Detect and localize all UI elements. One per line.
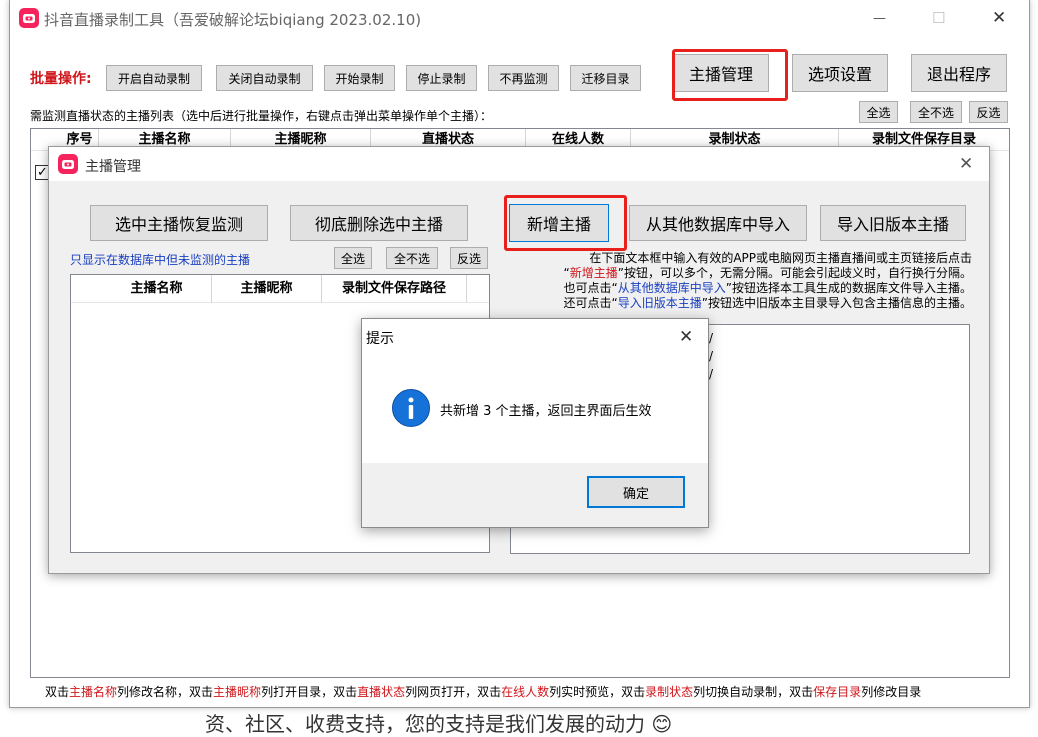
instruction-text: 从其他数据库中导入 <box>617 281 726 295</box>
footer-seg: 主播名称 <box>69 685 118 699</box>
footer-hint: 双击主播名称列修改名称，双击主播昵称列打开目录，双击直播状态列网页打开，双击在线… <box>45 683 921 700</box>
footer-seg: 列修改名称，双击 <box>117 685 214 699</box>
footer-seg: 列网页打开，双击 <box>405 685 502 699</box>
enable-auto-record-button[interactable]: 开启自动录制 <box>106 65 202 91</box>
col-save-path[interactable]: 录制文件保存路径 <box>322 275 467 303</box>
footer-seg: 录制状态 <box>645 685 694 699</box>
add-streamer-highlight <box>504 195 627 251</box>
main-title-bar[interactable]: 抖音直播录制工具（吾爱破解论坛biqiang 2023.02.10) — ☐ ✕ <box>10 0 1029 38</box>
instruction-text: 还可点击“ <box>563 296 618 310</box>
instruction-text: 在下面文本框中输入有效的APP或电脑网页主播直播间或主页链接后点击 <box>589 251 972 265</box>
dlg-select-all-button[interactable]: 全选 <box>334 247 372 269</box>
instruction-text: 新增主播 <box>569 266 618 280</box>
instruction-line: 还可点击“导入旧版本主播”按钮选中旧版本主目录导入包含主播信息的主播。 <box>512 296 972 311</box>
disable-auto-record-button[interactable]: 关闭自动录制 <box>216 65 313 91</box>
restore-monitor-button[interactable]: 选中主播恢复监测 <box>90 205 268 241</box>
footer-seg: 主播昵称 <box>213 685 262 699</box>
textarea-line: / <box>709 367 714 381</box>
instruction-text: 也可点击“ <box>563 281 618 295</box>
app-logo-icon <box>58 154 78 174</box>
footer-seg: 保存目录 <box>813 685 862 699</box>
instruction-text: 导入旧版本主播 <box>617 296 702 310</box>
footer-seg: 在线人数 <box>501 685 550 699</box>
message-box: 提示 ✕ 共新增 3 个主播，返回主界面后生效 确定 <box>361 318 709 528</box>
message-text: 共新增 3 个主播，返回主界面后生效 <box>440 404 652 419</box>
start-record-button[interactable]: 开始录制 <box>324 65 395 91</box>
footer-seg: 列实时预览，双击 <box>549 685 646 699</box>
select-invert-button[interactable]: 反选 <box>969 101 1008 123</box>
footer-seg: 列切换自动录制，双击 <box>693 685 814 699</box>
migrate-dir-button[interactable]: 迁移目录 <box>570 65 641 91</box>
close-icon[interactable]: ✕ <box>679 328 693 346</box>
list-hint: 需监测直播状态的主播列表（选中后进行批量操作，右键点击弹出菜单操作单个主播）： <box>30 109 493 123</box>
message-box-title: 提示 <box>366 331 394 347</box>
ok-button[interactable]: 确定 <box>587 476 685 508</box>
delete-streamer-button[interactable]: 彻底删除选中主播 <box>290 205 468 241</box>
instruction-line: 也可点击“从其他数据库中导入”按钮选择本工具生成的数据库文件导入主播。 <box>512 281 972 296</box>
streamer-manage-highlight <box>672 49 788 101</box>
footer-seg: 列打开目录，双击 <box>261 685 358 699</box>
main-window-title: 抖音直播录制工具（吾爱破解论坛biqiang 2023.02.10) <box>44 11 422 29</box>
col-name[interactable]: 主播名称 <box>102 275 212 303</box>
dlg-select-invert-button[interactable]: 反选 <box>450 247 488 269</box>
stop-monitor-button[interactable]: 不再监测 <box>488 65 559 91</box>
footer-seg: 列修改目录 <box>861 685 922 699</box>
app-logo-icon <box>19 8 39 28</box>
import-old-button[interactable]: 导入旧版本主播 <box>820 205 966 241</box>
close-icon[interactable]: ✕ <box>959 155 973 173</box>
exit-button[interactable]: 退出程序 <box>911 54 1007 92</box>
instruction-line: 在下面文本框中输入有效的APP或电脑网页主播直播间或主页链接后点击 <box>512 251 972 266</box>
instructions: 在下面文本框中输入有效的APP或电脑网页主播直播间或主页链接后点击 “新增主播”… <box>512 251 972 311</box>
instruction-text: ”按钮，可以多个，无需分隔。可能会引起歧义时，自行换行分隔。 <box>617 266 972 280</box>
close-icon[interactable]: ✕ <box>992 9 1006 27</box>
manage-dialog-title: 主播管理 <box>85 159 141 175</box>
col-nickname[interactable]: 主播昵称 <box>212 275 322 303</box>
select-none-button[interactable]: 全不选 <box>910 101 962 123</box>
textarea-content: / / / <box>709 329 713 383</box>
unmonitored-list-header: 主播名称 主播昵称 录制文件保存路径 <box>71 275 489 303</box>
footer-seg: 直播状态 <box>357 685 406 699</box>
import-db-button[interactable]: 从其他数据库中导入 <box>629 205 807 241</box>
message-box-footer: 确定 <box>362 463 708 527</box>
unmonitored-hint: 只显示在数据库中但未监测的主播 <box>70 253 251 267</box>
dlg-select-none-button[interactable]: 全不选 <box>386 247 438 269</box>
maximize-icon[interactable]: ☐ <box>932 9 945 27</box>
minimize-icon[interactable]: — <box>873 10 886 28</box>
batch-label: 批量操作: <box>30 71 92 87</box>
manage-title-bar[interactable]: 主播管理 ✕ <box>49 147 989 181</box>
textarea-line: / <box>709 349 714 363</box>
footer-seg: 双击 <box>45 685 70 699</box>
textarea-line: / <box>709 331 714 345</box>
instruction-text: ”按钮选中旧版本主目录导入包含主播信息的主播。 <box>701 296 972 310</box>
instruction-text: ”按钮选择本工具生成的数据库文件导入主播。 <box>725 281 972 295</box>
info-icon <box>392 389 430 427</box>
options-button[interactable]: 选项设置 <box>792 54 888 92</box>
background-text: 资、社区、收费支持，您的支持是我们发展的动力 😊 <box>205 712 673 736</box>
stop-record-button[interactable]: 停止录制 <box>406 65 477 91</box>
instruction-line: “新增主播”按钮，可以多个，无需分隔。可能会引起歧义时，自行换行分隔。 <box>512 266 972 281</box>
select-all-button[interactable]: 全选 <box>859 101 898 123</box>
